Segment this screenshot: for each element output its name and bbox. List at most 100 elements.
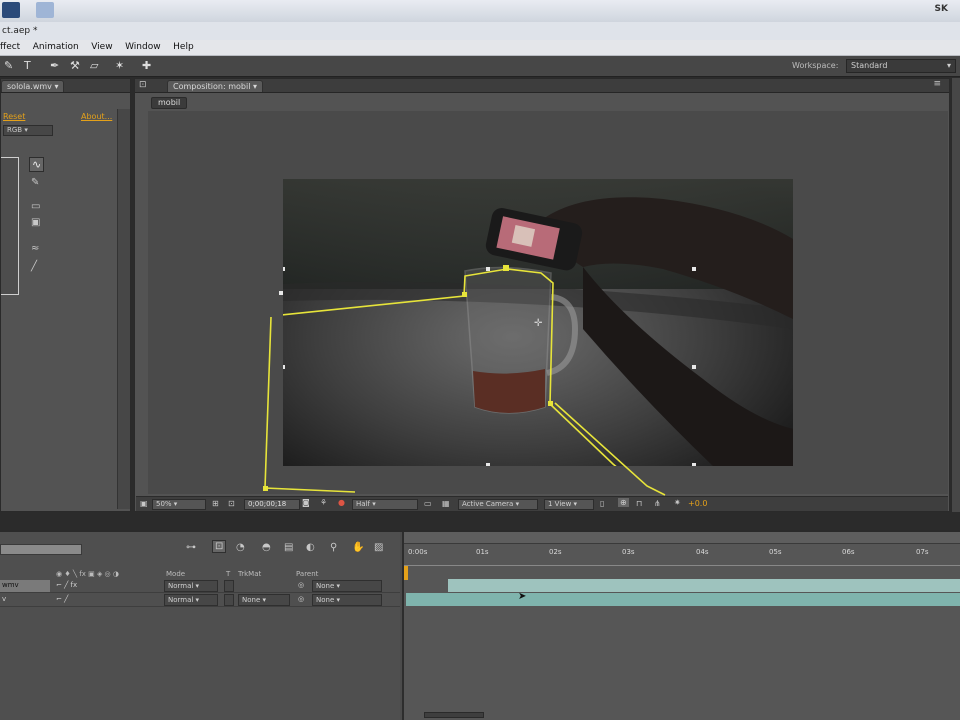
resolution-select[interactable]: Half ▾ <box>352 499 418 510</box>
search-input[interactable] <box>0 544 82 555</box>
channel-select[interactable]: RGB ▾ <box>3 125 53 136</box>
timeline-icon[interactable]: ⊓ <box>636 499 642 508</box>
menu-help[interactable]: Help <box>173 40 194 55</box>
layer-mode-value: Normal <box>168 596 194 604</box>
eraser-tool-icon[interactable]: ▱ <box>90 59 98 72</box>
hide-shy-icon[interactable]: ◓ <box>262 542 271 553</box>
puppet-tool-icon[interactable]: ✶ <box>115 59 124 72</box>
save-icon[interactable]: ▣ <box>31 217 40 228</box>
layer-row[interactable]: v ⌐ ╱ Normal ▾ None ▾ ◎ None ▾ <box>0 593 400 607</box>
zoom-slider[interactable] <box>424 712 484 718</box>
pickwhip-icon[interactable]: ◎ <box>298 594 304 606</box>
mouse-cursor-icon: ➤ <box>518 591 527 602</box>
trkmat-select[interactable]: None ▾ <box>238 594 290 606</box>
current-time-indicator[interactable] <box>404 566 408 580</box>
menu-view[interactable]: View <box>91 40 112 55</box>
curves-graph[interactable] <box>1 157 19 295</box>
pen-tool-icon[interactable]: ✒ <box>50 59 59 72</box>
comp-tabbar: ⊡ Composition: mobil ▾ ≡ <box>135 79 949 93</box>
parent-header: Parent <box>296 570 319 578</box>
exposure-icon[interactable]: ✷ <box>674 498 681 507</box>
folder-icon[interactable]: ▭ <box>31 201 40 212</box>
pencil-icon[interactable]: ✎ <box>31 177 39 188</box>
layer-mode[interactable]: Normal ▾ <box>164 580 218 592</box>
fast-preview-icon[interactable]: ⊕ <box>618 498 629 507</box>
layer-outline: ⊶ ⊡ ◔ ◓ ▤ ◐ ⚲ ✋ ▨ ◉ ♦ ╲ fx ▣ ◈ ◎ ◑ Mode … <box>0 532 400 720</box>
about-link[interactable]: About... <box>81 112 112 121</box>
graph-editor-icon[interactable]: ▨ <box>374 542 383 553</box>
trkmat-value: None <box>242 596 261 604</box>
camera-select[interactable]: Active Camera ▾ <box>458 499 538 510</box>
switches[interactable]: ⌐ ╱ <box>56 594 68 606</box>
taskbar-icon[interactable] <box>36 2 54 18</box>
chevron-down-icon: ▾ <box>946 61 951 70</box>
roi-icon[interactable]: ▭ <box>424 499 432 508</box>
snapshot-icon[interactable]: ◙ <box>302 498 310 507</box>
track-matte-toggle[interactable] <box>224 580 234 592</box>
time-ruler[interactable] <box>404 558 960 566</box>
menu-effect[interactable]: ffect <box>0 40 20 55</box>
exposure-value[interactable]: +0.0 <box>688 499 707 508</box>
app-icon[interactable] <box>2 2 20 18</box>
zoom-select[interactable]: 50% ▾ <box>152 499 206 510</box>
tab-composition[interactable]: Composition: mobil ▾ <box>167 80 263 92</box>
show-snapshot-icon[interactable]: ⚘ <box>320 498 327 507</box>
parent-select[interactable]: None ▾ <box>312 594 382 606</box>
time-navigator[interactable] <box>404 532 960 544</box>
track-matte-toggle[interactable] <box>224 594 234 606</box>
motion-blur-icon[interactable]: ◐ <box>306 542 315 553</box>
lock-icon[interactable]: ⊡ <box>139 80 147 90</box>
switches[interactable]: ⌐ ╱ fx <box>56 580 77 592</box>
layer-name[interactable]: wmv <box>0 580 50 592</box>
layer-mode[interactable]: Normal ▾ <box>164 594 218 606</box>
parent-value: None <box>316 596 335 604</box>
zoom-value: 50% <box>156 500 172 508</box>
layer-bar[interactable] <box>406 593 960 606</box>
views-value: 1 View <box>548 500 572 508</box>
toggle-pixel-icon[interactable]: ▯ <box>600 499 604 508</box>
clone-stamp-tool-icon[interactable]: ⚒ <box>70 59 80 72</box>
current-time[interactable]: 0;00;00;18 <box>244 499 300 510</box>
parent-value: None <box>316 582 335 590</box>
left-scrollbar[interactable] <box>117 109 130 509</box>
ruler-label: 04s <box>696 548 709 556</box>
workspace-value: Standard <box>851 61 888 70</box>
menu-animation[interactable]: Animation <box>33 40 79 55</box>
tab-footage[interactable]: solola.wmv ▾ <box>1 80 65 92</box>
always-preview-icon[interactable]: ▣ <box>140 499 148 508</box>
text-tool-icon[interactable]: T <box>24 59 31 72</box>
left-tabbar: solola.wmv ▾ <box>1 79 130 93</box>
right-panel-strip[interactable] <box>951 78 960 512</box>
comp-mini-flowchart-icon[interactable]: ⊶ <box>186 542 196 553</box>
parent-select[interactable]: None ▾ <box>312 580 382 592</box>
auto-keyframe-icon[interactable]: ✋ <box>352 542 364 553</box>
transparency-grid-icon[interactable]: ▦ <box>442 499 450 508</box>
pin-tool-icon[interactable]: ✚ <box>142 59 151 72</box>
ruler-label: 01s <box>476 548 489 556</box>
smooth-icon[interactable]: ≈ <box>31 243 39 254</box>
brainstorm-icon[interactable]: ⚲ <box>330 542 337 553</box>
draft-3d-icon[interactable]: ◔ <box>236 542 245 553</box>
workspace-select[interactable]: Standard ▾ <box>846 59 956 73</box>
layer-row[interactable]: wmv ⌐ ╱ fx Normal ▾ ◎ None ▾ <box>0 579 400 593</box>
live-update-icon[interactable]: ⊡ <box>212 540 227 553</box>
panel-menu-icon[interactable]: ≡ <box>933 79 941 89</box>
selection-tool-icon[interactable]: ✎ <box>4 59 13 72</box>
reset-link[interactable]: Reset <box>3 112 25 121</box>
breadcrumb[interactable]: mobil <box>151 97 188 109</box>
flowchart-icon[interactable]: ⋔ <box>654 499 661 508</box>
channel-icon[interactable]: ● <box>338 498 345 507</box>
mask-visibility-icon[interactable]: ⊡ <box>228 499 235 508</box>
layer-name[interactable]: v <box>0 594 50 606</box>
ruler-label: 06s <box>842 548 855 556</box>
curve-tool-icon[interactable]: ∿ <box>29 157 45 172</box>
pickwhip-icon[interactable]: ◎ <box>298 580 304 592</box>
safe-zones-icon[interactable]: ⊞ <box>212 499 219 508</box>
view-layout-select[interactable]: 1 View ▾ <box>544 499 594 510</box>
menu-window[interactable]: Window <box>125 40 161 55</box>
timeline-graph[interactable]: 0:00s 01s 02s 03s 04s 05s 06s 07s ➤ <box>402 532 960 720</box>
linear-icon[interactable]: ╱ <box>31 261 37 272</box>
tab-footage-label: solola.wmv <box>7 82 52 91</box>
workspace-label: Workspace: <box>792 61 839 70</box>
frame-blending-icon[interactable]: ▤ <box>284 542 293 553</box>
